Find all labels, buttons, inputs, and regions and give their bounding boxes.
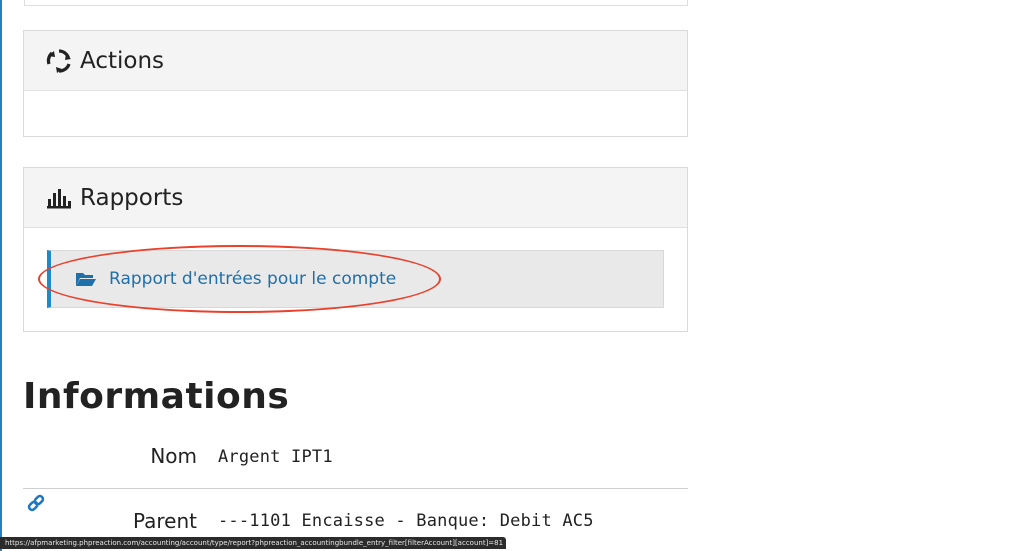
folder-open-icon — [75, 271, 97, 287]
reports-panel-header: Rapports — [24, 168, 687, 228]
info-label-parent: Parent — [132, 509, 197, 533]
info-label-nom: Nom — [150, 444, 197, 468]
reports-panel: Rapports Rapport d'entrées pour le compt… — [23, 167, 688, 332]
refresh-icon — [46, 48, 72, 74]
actions-panel: Actions — [23, 30, 688, 137]
actions-panel-body — [24, 91, 687, 136]
info-value-parent: ---1101 Encaisse - Banque: Debit AC5 — [218, 511, 594, 531]
report-entries-label: Rapport d'entrées pour le compte — [109, 269, 397, 289]
page-left-edge — [0, 0, 2, 551]
info-row-divider — [23, 488, 688, 489]
reports-panel-title: Rapports — [80, 184, 184, 211]
previous-panel-bottom — [24, 0, 688, 6]
actions-panel-title: Actions — [80, 47, 165, 74]
reports-panel-body: Rapport d'entrées pour le compte — [24, 228, 687, 331]
report-entries-link[interactable]: Rapport d'entrées pour le compte — [47, 250, 664, 308]
informations-title: Informations — [23, 376, 290, 417]
info-value-nom: Argent IPT1 — [218, 447, 333, 467]
bar-chart-icon — [46, 187, 72, 209]
actions-panel-header: Actions — [24, 31, 687, 91]
browser-status-url: https://afpmarketing.phpreaction.com/acc… — [0, 537, 506, 549]
